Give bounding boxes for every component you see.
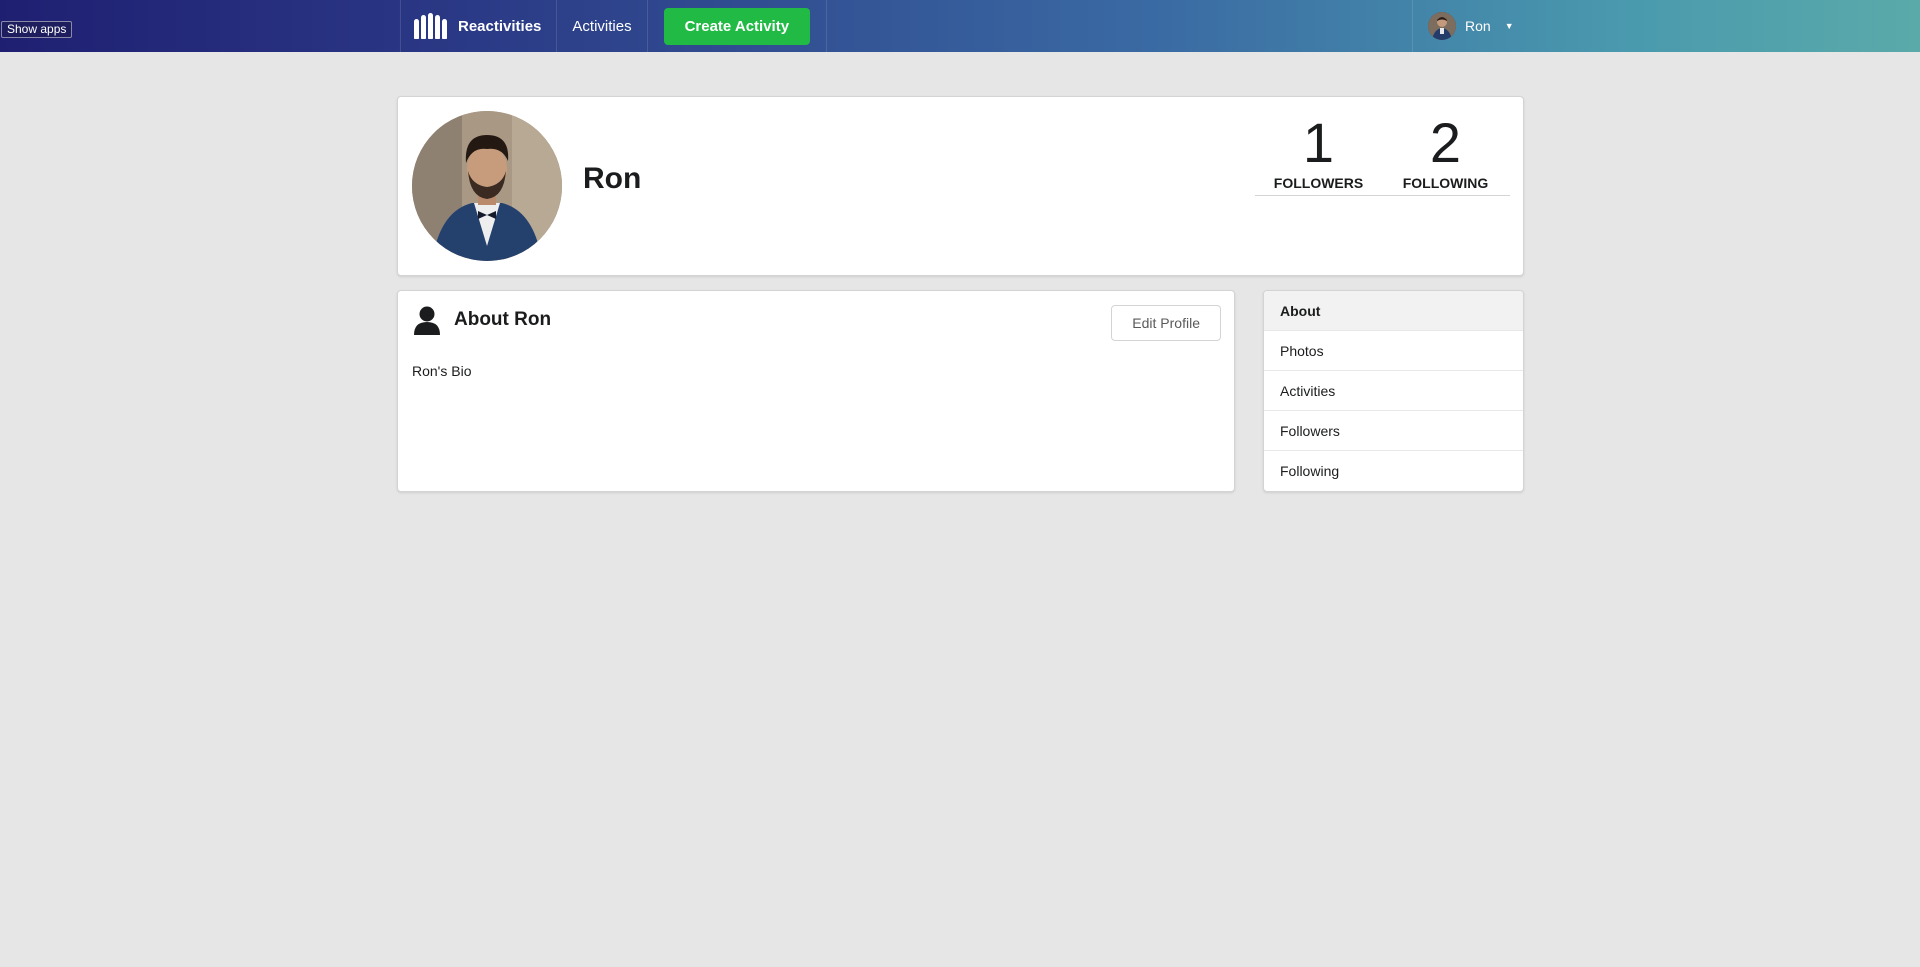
about-panel: About Ron Edit Profile Ron's Bio	[397, 290, 1235, 492]
nav-container: Reactivities Activities Create Activity …	[400, 0, 1520, 52]
about-header: About Ron	[412, 305, 551, 335]
nav-create-activity-item: Create Activity	[648, 0, 828, 52]
nav-user-name: Ron	[1465, 18, 1491, 34]
brand-link[interactable]: Reactivities	[400, 0, 558, 52]
group-logo-icon	[414, 13, 449, 39]
tab-followers[interactable]: Followers	[1264, 411, 1523, 451]
nav-activities-link[interactable]: Activities	[557, 0, 648, 52]
brand-name: Reactivities	[458, 17, 542, 35]
top-navbar: Reactivities Activities Create Activity …	[0, 0, 1920, 52]
profile-display-name: Ron	[583, 162, 642, 195]
profile-bio: Ron's Bio	[412, 363, 472, 379]
show-apps-button[interactable]: Show apps	[1, 21, 73, 38]
edit-profile-button[interactable]: Edit Profile	[1111, 305, 1221, 341]
tab-activities[interactable]: Activities	[1264, 371, 1523, 411]
profile-header-card: Ron 1 FOLLOWERS 2 FOLLOWING	[397, 96, 1524, 276]
about-title: About Ron	[454, 309, 552, 330]
following-count: 2	[1429, 111, 1462, 174]
profile-tab-menu: About Photos Activities Followers Follow…	[1263, 290, 1524, 492]
tab-following[interactable]: Following	[1264, 451, 1523, 491]
user-icon	[414, 306, 440, 335]
following-statistic: 2 FOLLOWING	[1382, 111, 1509, 195]
following-label: FOLLOWING	[1402, 175, 1489, 191]
chevron-down-icon: ▼	[1504, 21, 1514, 31]
followers-count: 1	[1302, 111, 1335, 174]
followers-statistic: 1 FOLLOWERS	[1255, 111, 1382, 195]
user-menu-dropdown[interactable]: Ron ▼	[1412, 0, 1520, 52]
followers-label: FOLLOWERS	[1273, 175, 1364, 191]
create-activity-button[interactable]: Create Activity	[663, 7, 811, 45]
nav-user-avatar	[1428, 12, 1456, 40]
profile-avatar	[412, 111, 562, 261]
follow-stats: 1 FOLLOWERS 2 FOLLOWING	[1255, 111, 1510, 196]
tab-photos[interactable]: Photos	[1264, 331, 1523, 371]
tab-about[interactable]: About	[1264, 291, 1523, 331]
